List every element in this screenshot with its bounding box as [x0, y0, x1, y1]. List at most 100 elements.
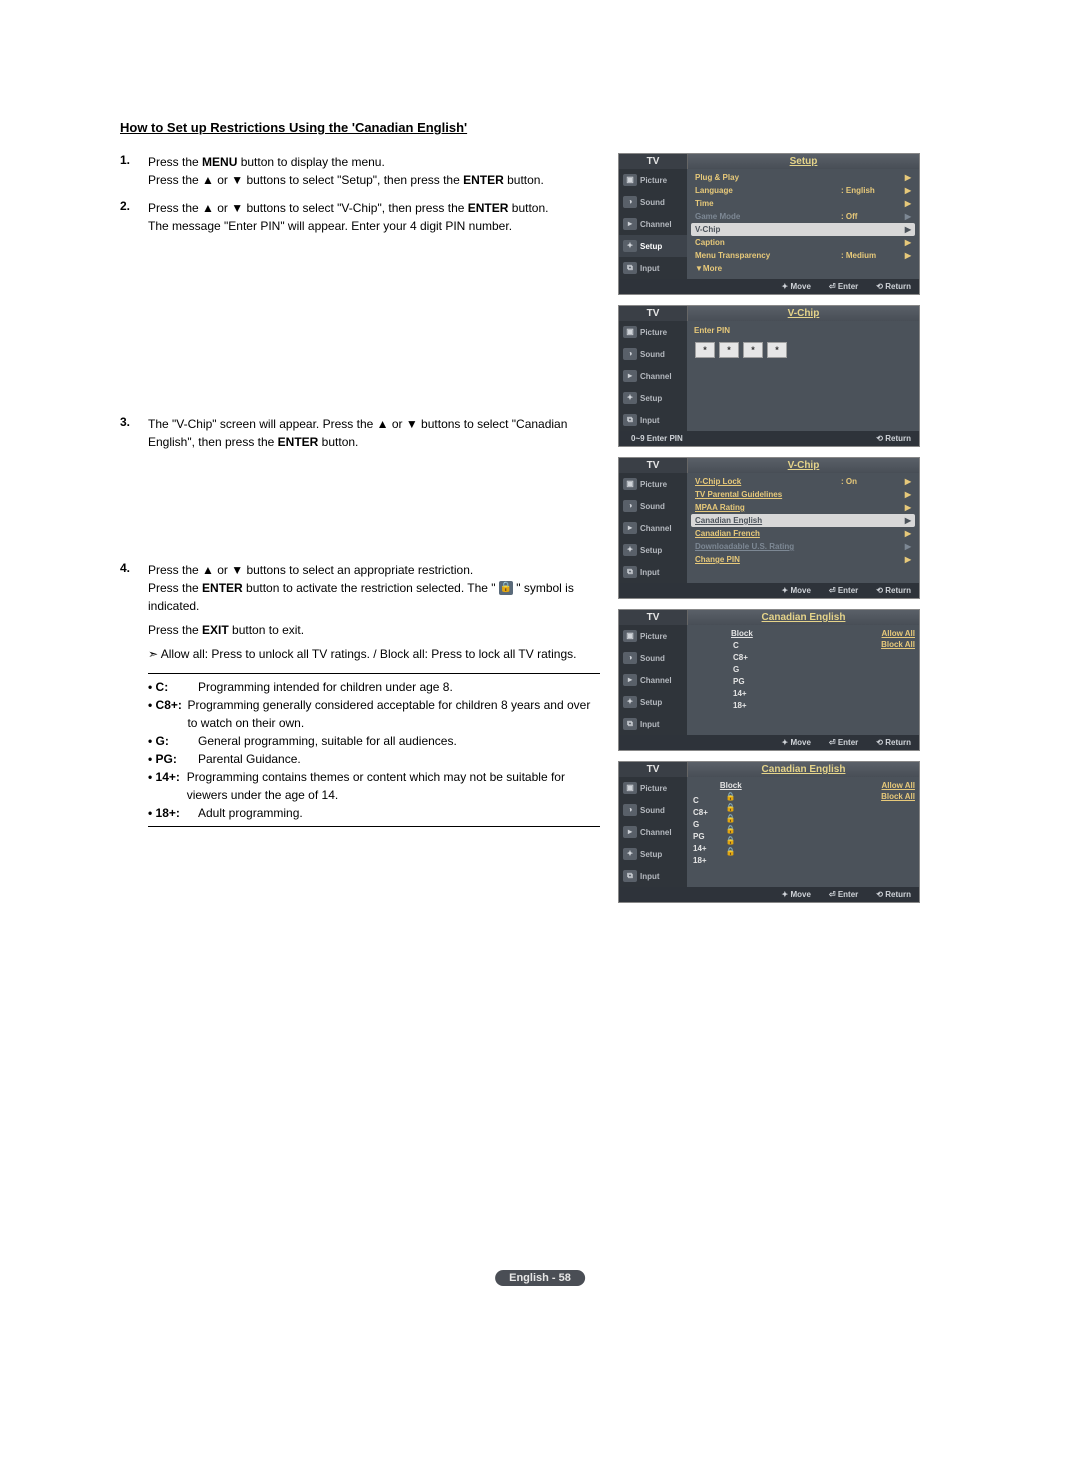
menu-row[interactable]: Canadian French▶ — [691, 527, 915, 540]
sidebar-item-setup[interactable]: ✦Setup — [619, 235, 687, 257]
sidebar-item-input[interactable]: ⧉Input — [619, 865, 687, 887]
rating-definitions: • C:Programming intended for children un… — [148, 673, 600, 827]
sidebar-item-picture[interactable]: ▣Picture — [619, 473, 687, 495]
sidebar-item-sound[interactable]: ◑Sound — [619, 191, 687, 213]
note-allow-block: Allow all: Press to unlock all TV rating… — [148, 645, 600, 663]
sidebar-item-setup[interactable]: ✦Setup — [619, 843, 687, 865]
rating-item[interactable]: C8+ — [731, 652, 753, 663]
enter-bold: ENTER — [278, 435, 319, 449]
enter-pin-label: Enter PIN — [691, 323, 915, 338]
menu-row[interactable]: Plug & Play▶ — [691, 171, 915, 184]
pin-digit[interactable]: * — [767, 342, 787, 358]
sidebar-item-sound[interactable]: ◑Sound — [619, 647, 687, 669]
osd-canadian-english-2: TV Canadian English ▣Picture ◑Sound ▸Cha… — [618, 761, 920, 903]
rating-item[interactable]: 18+ — [691, 855, 710, 866]
sidebar-item-channel[interactable]: ▸Channel — [619, 821, 687, 843]
menu-row[interactable]: Caption▶ — [691, 236, 915, 249]
lock-icon[interactable]: 🔒 — [726, 803, 736, 813]
sidebar-item-picture[interactable]: ▣Picture — [619, 625, 687, 647]
menu-row[interactable]: V-Chip Lock: On▶ — [691, 475, 915, 488]
pin-digit[interactable]: * — [743, 342, 763, 358]
menu-row[interactable]: V-Chip▶ — [691, 223, 915, 236]
pin-digit[interactable]: * — [695, 342, 715, 358]
setup-icon: ✦ — [623, 696, 637, 708]
sidebar-label: Sound — [640, 198, 665, 207]
chevron-right-icon: ▶ — [901, 477, 911, 486]
menu-row[interactable]: Menu Transparency: Medium▶ — [691, 249, 915, 262]
sidebar-item-picture[interactable]: ▣Picture — [619, 321, 687, 343]
chevron-right-icon: ▶ — [901, 516, 911, 525]
menu-row[interactable]: Downloadable U.S. Rating▶ — [691, 540, 915, 553]
foot-enter: ⏎ Enter — [829, 890, 858, 899]
sidebar-item-channel[interactable]: ▸Channel — [619, 365, 687, 387]
osd-canadian-english-1: TV Canadian English ▣Picture ◑Sound ▸Cha… — [618, 609, 920, 751]
block-all-link[interactable]: Block All — [881, 792, 915, 801]
channel-icon: ▸ — [623, 674, 637, 686]
sidebar-item-setup[interactable]: ✦Setup — [619, 387, 687, 409]
sidebar-item-input[interactable]: ⧉Input — [619, 409, 687, 431]
lock-icon[interactable]: 🔒 — [726, 836, 736, 846]
sidebar-item-channel[interactable]: ▸Channel — [619, 213, 687, 235]
rating-list: CC8+GPG14+18+ — [691, 781, 710, 883]
foot-pin-hint: 0~9 Enter PIN — [631, 434, 683, 443]
menu-row[interactable]: Change PIN▶ — [691, 553, 915, 566]
chevron-right-icon: ▶ — [901, 212, 911, 221]
allow-all-link[interactable]: Allow All — [882, 629, 915, 638]
menu-row[interactable]: MPAA Rating▶ — [691, 501, 915, 514]
menu-row[interactable]: Game Mode: Off▶ — [691, 210, 915, 223]
lock-icon[interactable]: 🔒 — [726, 847, 736, 857]
sidebar-item-sound[interactable]: ◑Sound — [619, 799, 687, 821]
rating-item[interactable]: 18+ — [731, 700, 753, 711]
chevron-right-icon: ▶ — [901, 238, 911, 247]
enter-bold: ENTER — [202, 581, 243, 595]
sidebar-item-setup[interactable]: ✦Setup — [619, 539, 687, 561]
rating-item[interactable]: PG — [691, 831, 710, 842]
row-label: V-Chip — [695, 225, 841, 234]
rating-item[interactable]: G — [691, 819, 710, 830]
sound-icon: ◑ — [623, 652, 637, 664]
rating-item[interactable]: PG — [731, 676, 753, 687]
rating-item[interactable]: C — [691, 795, 710, 806]
lock-icon[interactable]: 🔒 — [726, 792, 736, 802]
sidebar-item-picture[interactable]: ▣Picture — [619, 169, 687, 191]
sidebar-item-input[interactable]: ⧉Input — [619, 713, 687, 735]
osd-tv-label: TV — [619, 610, 688, 625]
sidebar-item-sound[interactable]: ◑Sound — [619, 343, 687, 365]
text: button. — [318, 435, 358, 449]
sidebar-item-channel[interactable]: ▸Channel — [619, 517, 687, 539]
pin-digit[interactable]: * — [719, 342, 739, 358]
sidebar-item-sound[interactable]: ◑Sound — [619, 495, 687, 517]
sidebar-item-channel[interactable]: ▸Channel — [619, 669, 687, 691]
sidebar-item-input[interactable]: ⧉Input — [619, 257, 687, 279]
rating-item[interactable]: 14+ — [691, 843, 710, 854]
sidebar-item-picture[interactable]: ▣Picture — [619, 777, 687, 799]
menu-row[interactable]: Canadian English▶ — [691, 514, 915, 527]
def-label: • PG: — [148, 750, 198, 768]
sidebar-item-setup[interactable]: ✦Setup — [619, 691, 687, 713]
sidebar-item-input[interactable]: ⧉Input — [619, 561, 687, 583]
foot-return: ⟲ Return — [876, 738, 911, 747]
osd-main: V-Chip Lock: On▶TV Parental Guidelines▶M… — [687, 473, 919, 583]
row-label: Downloadable U.S. Rating — [695, 542, 841, 551]
menu-row[interactable]: ▼More — [691, 262, 915, 275]
lock-icon[interactable]: 🔒 — [726, 825, 736, 835]
rating-item[interactable]: 14+ — [731, 688, 753, 699]
rating-item[interactable]: C8+ — [691, 807, 710, 818]
foot-move: ✦ Move — [782, 738, 811, 747]
menu-row[interactable]: Time▶ — [691, 197, 915, 210]
menu-row[interactable]: Language: English▶ — [691, 184, 915, 197]
rating-item[interactable]: G — [731, 664, 753, 675]
chevron-right-icon: ▶ — [901, 173, 911, 182]
lock-icon[interactable]: 🔒 — [726, 814, 736, 824]
rating-item[interactable]: C — [731, 640, 753, 651]
osd-title: V-Chip — [688, 458, 919, 473]
pin-input[interactable]: * * * * — [695, 342, 915, 358]
def-label: • G: — [148, 732, 198, 750]
allow-all-link[interactable]: Allow All — [882, 781, 915, 790]
osd-main: Plug & Play▶Language: English▶Time▶Game … — [687, 169, 919, 279]
block-all-link[interactable]: Block All — [881, 640, 915, 649]
text: Press the — [148, 581, 202, 595]
row-label: Game Mode — [695, 212, 841, 221]
menu-row[interactable]: TV Parental Guidelines▶ — [691, 488, 915, 501]
chevron-right-icon: ▶ — [901, 555, 911, 564]
